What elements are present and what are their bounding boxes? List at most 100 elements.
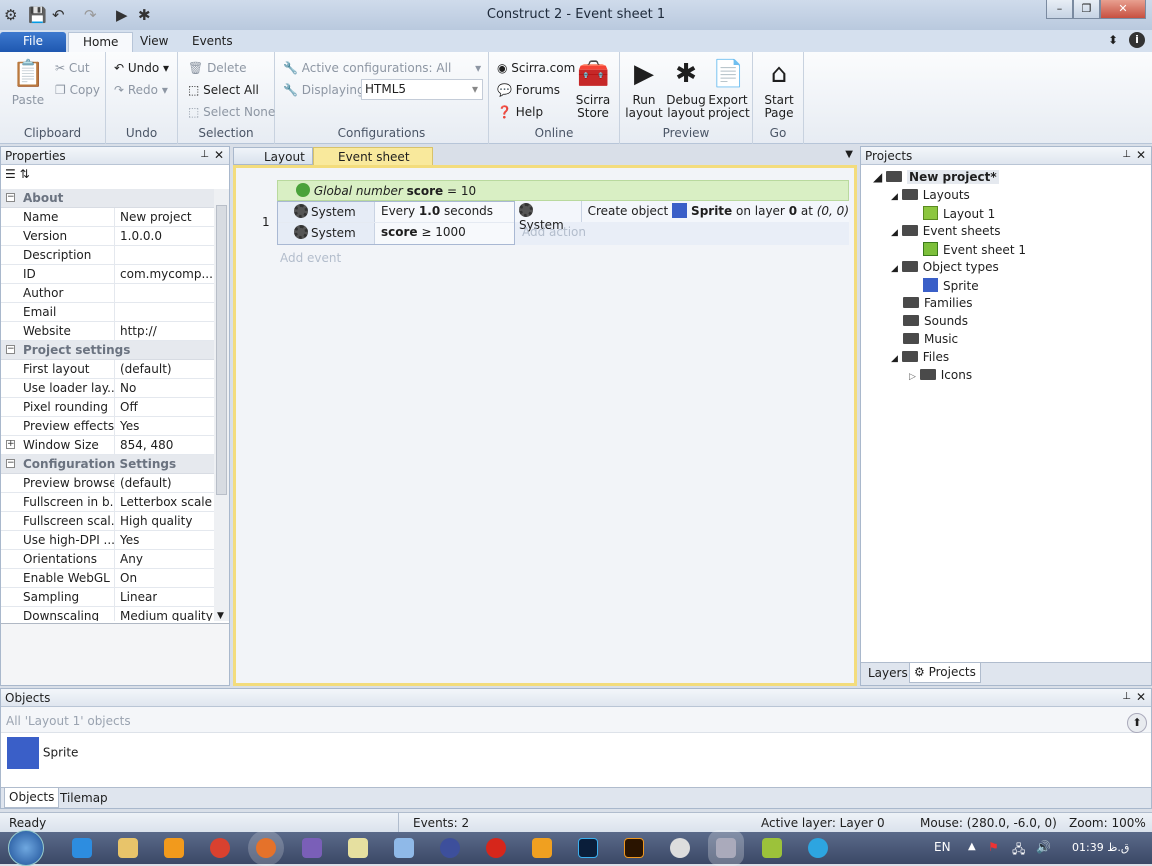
property-row[interactable]: Use loader lay... No xyxy=(1,379,214,398)
chrome-icon[interactable] xyxy=(210,838,230,858)
tree-item[interactable]: ◢ Layouts xyxy=(891,188,970,202)
tree-item[interactable]: ◢ Files xyxy=(891,350,949,364)
eclipse-icon[interactable] xyxy=(440,838,460,858)
ie-icon[interactable] xyxy=(72,838,92,858)
paste-button[interactable]: 📋 Paste xyxy=(10,58,46,107)
opera-icon[interactable] xyxy=(486,838,506,858)
visual-studio-icon[interactable] xyxy=(302,838,322,858)
tree-item[interactable]: ◢ Event sheets xyxy=(891,224,1001,238)
start-button[interactable] xyxy=(8,830,44,866)
tree-item[interactable]: Music xyxy=(891,332,958,346)
condition-row[interactable]: System score ≥ 1000 xyxy=(278,223,514,244)
action-row[interactable]: System Create object Sprite on layer 0 a… xyxy=(515,201,849,232)
forums-link[interactable]: 💬 Forums xyxy=(497,83,560,97)
property-row[interactable]: Preview browser (default) xyxy=(1,474,214,493)
close-button[interactable]: ✕ xyxy=(1100,0,1146,19)
up-icon[interactable]: ⬆ xyxy=(1127,713,1147,733)
collapse-icon[interactable]: ◢ xyxy=(891,192,898,202)
scirra-store-button[interactable]: 🧰 Scirra Store xyxy=(573,58,613,120)
copy-button[interactable]: ❐ Copy xyxy=(55,83,100,97)
clock[interactable]: 01:39 ق.ظ xyxy=(1072,841,1129,854)
scirra-link[interactable]: ◉ Scirra.com xyxy=(497,61,575,75)
tab-event-sheet-1[interactable]: Event sheet 1✕ xyxy=(313,147,433,178)
delete-button[interactable]: 🗑 Delete xyxy=(188,61,247,75)
tree-item[interactable]: Event sheet 1 xyxy=(909,242,1026,257)
condition-row[interactable]: System Every 1.0 seconds xyxy=(278,202,514,223)
displaying-select[interactable]: HTML5 ▾ xyxy=(361,79,483,100)
export-project-button[interactable]: 📄 Export project xyxy=(708,58,750,120)
property-row[interactable]: Enable WebGL On xyxy=(1,569,214,588)
select-all-button[interactable]: ⬚ Select All xyxy=(188,83,259,97)
explorer-icon[interactable] xyxy=(118,838,138,858)
collapse-icon[interactable]: ◢ xyxy=(891,354,898,364)
property-row[interactable]: First layout (default) xyxy=(1,360,214,379)
telegram-icon[interactable] xyxy=(808,838,828,858)
property-row[interactable]: ID com.mycomp... xyxy=(1,265,214,284)
property-row[interactable]: Website http:// xyxy=(1,322,214,341)
tab-objects[interactable]: Objects xyxy=(4,788,60,808)
close-icon[interactable]: ✕ xyxy=(214,148,224,162)
tree-item[interactable]: Families xyxy=(891,296,972,310)
object-item-sprite[interactable]: Sprite xyxy=(7,737,78,769)
select-none-button[interactable]: ⬚ Select None xyxy=(188,105,275,119)
property-row[interactable]: Fullscreen in b... Letterbox scale xyxy=(1,493,214,512)
tree-item[interactable]: Sprite xyxy=(909,278,979,293)
tab-projects[interactable]: ⚙ Projects xyxy=(909,663,981,683)
property-row[interactable]: Sampling Linear xyxy=(1,588,214,607)
cut-button[interactable]: ✂ Cut xyxy=(55,61,90,75)
sort-az-icon[interactable]: ⇅ xyxy=(20,167,30,181)
maximize-button[interactable]: ❐ xyxy=(1073,0,1100,19)
property-row[interactable]: Downscaling Medium quality xyxy=(1,607,214,621)
construct-icon[interactable] xyxy=(716,838,736,858)
pin-icon[interactable]: ⊥ xyxy=(200,149,209,160)
info-icon[interactable]: i xyxy=(1129,32,1145,48)
app-icon[interactable] xyxy=(532,838,552,858)
property-row[interactable]: Email xyxy=(1,303,214,322)
add-action-link[interactable]: Add action xyxy=(515,222,849,239)
tab-layout-1[interactable]: Layout 1 xyxy=(233,147,313,178)
close-icon[interactable]: ✕ xyxy=(1136,148,1146,162)
tab-tilemap[interactable]: Tilemap xyxy=(60,791,108,805)
calculator-icon[interactable] xyxy=(394,838,414,858)
collapse-icon[interactable]: − xyxy=(6,345,15,354)
tree-item[interactable]: ◢ Object types xyxy=(891,260,999,274)
collapse-icon[interactable]: − xyxy=(6,193,15,202)
property-row[interactable]: + Window Size 854, 480 xyxy=(1,436,214,455)
media-player-icon[interactable] xyxy=(164,838,184,858)
volume-icon[interactable]: 🔊 xyxy=(1036,840,1051,854)
property-row[interactable]: Version 1.0.0.0 xyxy=(1,227,214,246)
undo-button[interactable]: ↶ Undo ▾ xyxy=(114,61,169,75)
tab-home[interactable]: Home xyxy=(68,32,134,52)
collapse-icon[interactable]: ◢ xyxy=(891,264,898,274)
property-row[interactable]: Pixel rounding Off xyxy=(1,398,214,417)
global-variable[interactable]: Global number score = 10 xyxy=(277,180,849,201)
minimize-button[interactable]: – xyxy=(1046,0,1073,19)
network-icon[interactable]: 🖧 xyxy=(1012,840,1025,861)
help-link[interactable]: ❓ Help xyxy=(497,105,543,119)
property-row[interactable]: Name New project xyxy=(1,208,214,227)
collapse-icon[interactable]: ◢ xyxy=(891,228,898,238)
collapse-icon[interactable]: − xyxy=(6,459,15,468)
tree-item[interactable]: Layout 1 xyxy=(909,206,995,221)
tab-file[interactable]: File xyxy=(0,32,66,52)
property-row[interactable]: Description xyxy=(1,246,214,265)
active-configurations-dropdown[interactable]: 🔧 Active configurations: All ▾ xyxy=(283,61,481,75)
property-row[interactable]: Use high-DPI ... Yes xyxy=(1,531,214,550)
firefox-icon[interactable] xyxy=(256,838,276,858)
property-row[interactable]: Preview effects Yes xyxy=(1,417,214,436)
categorized-icon[interactable]: ☰ xyxy=(5,167,16,181)
expand-icon[interactable]: + xyxy=(6,440,15,449)
tab-view[interactable]: View xyxy=(126,32,182,52)
language-indicator[interactable]: EN xyxy=(934,840,951,854)
debug-layout-button[interactable]: ✱ Debug layout xyxy=(666,58,706,120)
add-event-link[interactable]: Add event xyxy=(280,251,341,265)
close-icon[interactable]: ✕ xyxy=(1136,690,1146,704)
start-page-button[interactable]: ⌂ Start Page xyxy=(759,58,799,120)
run-layout-button[interactable]: ▶ Run layout xyxy=(624,58,664,120)
tab-list-icon[interactable]: ▼ xyxy=(845,149,853,160)
illustrator-icon[interactable] xyxy=(624,838,644,858)
unity-icon[interactable] xyxy=(670,838,690,858)
photoshop-icon[interactable] xyxy=(578,838,598,858)
tab-layers[interactable]: Layers xyxy=(868,666,908,680)
properties-scrollbar[interactable]: ▼ xyxy=(214,189,229,621)
